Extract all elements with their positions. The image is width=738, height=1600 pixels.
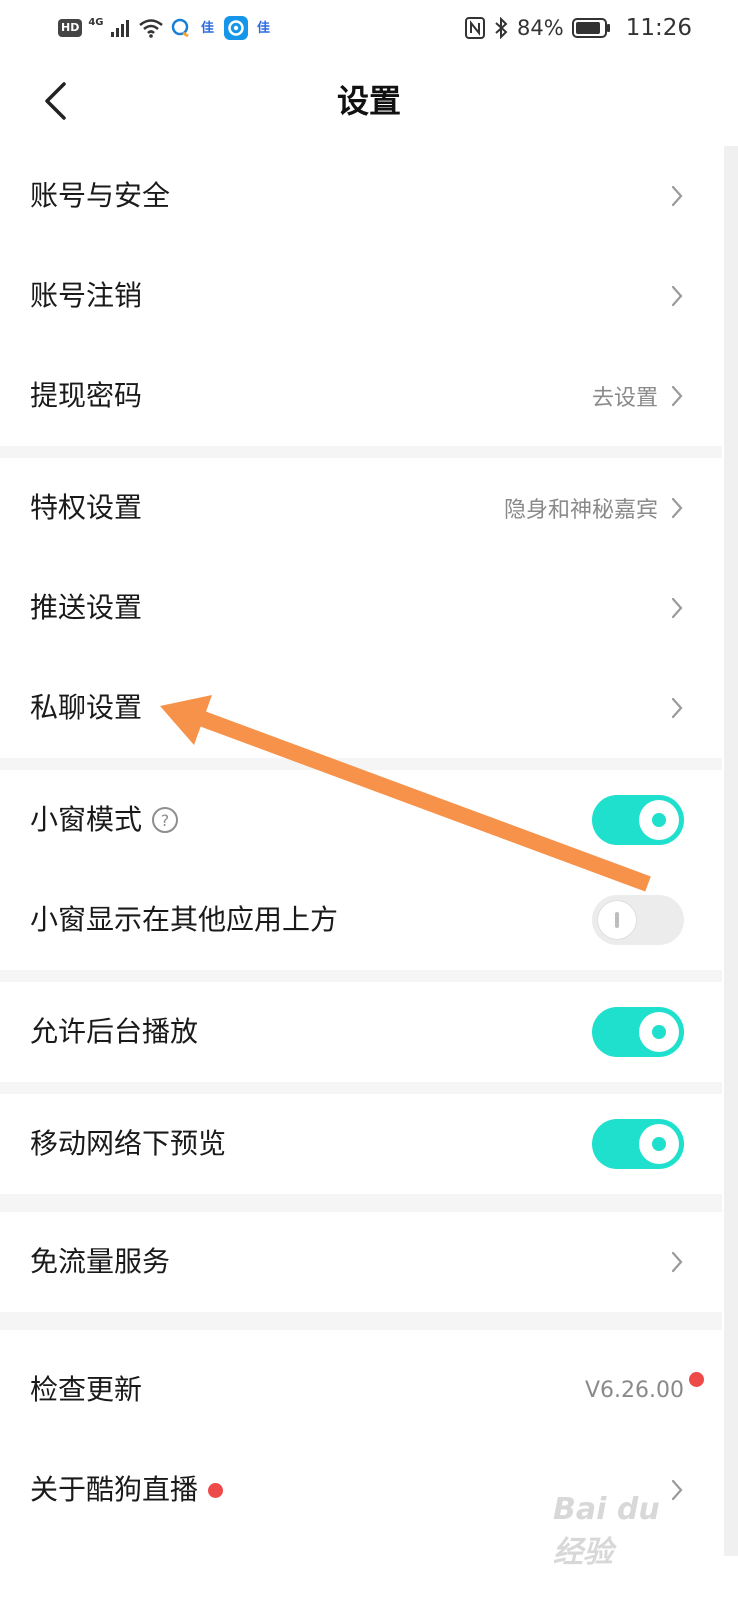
row-account-cancel[interactable]: 账号注销	[0, 246, 722, 346]
mini-window-overlay-toggle[interactable]	[592, 895, 684, 945]
section-divider	[0, 1312, 722, 1330]
row-label: 小窗模式	[30, 803, 143, 836]
chat-bubble-icon	[171, 18, 189, 38]
chevron-right-icon	[671, 697, 683, 719]
row-mini-window-overlay: 小窗显示在其他应用上方	[0, 870, 722, 970]
question-circle-icon[interactable]: ?	[152, 807, 179, 833]
row-label: 私聊设置	[30, 691, 143, 724]
row-background-play: 允许后台播放	[0, 982, 722, 1082]
row-value: 去设置	[591, 386, 658, 411]
row-account-security[interactable]: 账号与安全	[0, 146, 722, 246]
clock: 11:26	[625, 15, 692, 41]
battery-icon	[571, 18, 610, 38]
chevron-right-icon	[671, 285, 683, 307]
baidu-watermark: Bai du 经验	[553, 1492, 683, 1570]
row-label: 账号与安全	[30, 179, 171, 212]
chevron-right-icon	[671, 497, 683, 519]
about-badge-dot	[208, 1482, 224, 1498]
chevron-right-icon	[671, 597, 683, 619]
mini-window-toggle[interactable]	[592, 795, 684, 845]
section-divider	[0, 758, 722, 770]
browser-app-icon	[223, 16, 248, 40]
row-label: 移动网络下预览	[30, 1127, 227, 1160]
wifi-icon	[138, 19, 163, 38]
row-free-data[interactable]: 免流量服务	[0, 1212, 722, 1312]
version-value: V6.26.00	[584, 1377, 684, 1403]
scrollbar[interactable]	[724, 146, 738, 1556]
signal-icon	[110, 20, 129, 37]
app-icon-jia-2: 佳	[257, 20, 271, 36]
row-label: 推送设置	[30, 591, 143, 624]
app-icon-jia: 佳	[201, 20, 215, 36]
row-label: 允许后台播放	[30, 1015, 199, 1048]
row-value: 隐身和神秘嘉宾	[503, 498, 658, 523]
battery-percent: 84%	[517, 16, 564, 40]
bluetooth-icon	[495, 17, 508, 39]
mobile-preview-toggle[interactable]	[592, 1119, 684, 1169]
section-divider	[0, 970, 722, 982]
row-push[interactable]: 推送设置	[0, 558, 722, 658]
row-label: 账号注销	[30, 279, 143, 312]
row-label: 提现密码	[30, 379, 143, 412]
section-divider	[0, 1082, 722, 1094]
row-privilege[interactable]: 特权设置 隐身和神秘嘉宾	[0, 458, 722, 558]
status-icons-right: 84% 11:26	[465, 13, 692, 43]
network-type: 4G	[88, 16, 104, 28]
row-check-update[interactable]: 检查更新 V6.26.00	[0, 1340, 722, 1440]
page-title: 设置	[336, 82, 401, 120]
row-mini-window: 小窗模式 ?	[0, 770, 722, 870]
section-divider	[0, 1194, 722, 1212]
update-badge-dot	[689, 1371, 704, 1387]
row-mobile-preview: 移动网络下预览	[0, 1094, 722, 1194]
background-play-toggle[interactable]	[592, 1007, 684, 1057]
title-bar: 设置	[0, 56, 738, 146]
row-label: 检查更新	[30, 1373, 143, 1406]
row-label: 特权设置	[30, 491, 143, 524]
chevron-right-icon	[671, 185, 683, 207]
nfc-icon	[465, 17, 485, 39]
chevron-right-icon	[671, 385, 683, 407]
row-label: 免流量服务	[30, 1245, 171, 1278]
status-icons-left: HD 4G 佳 佳	[58, 14, 274, 42]
row-label: 关于酷狗直播	[30, 1473, 199, 1506]
chevron-right-icon	[671, 1251, 683, 1273]
status-bar: HD 4G 佳 佳 84% 11:26	[0, 0, 738, 56]
watermark-text: Bai du 经验	[553, 1492, 660, 1570]
row-private-chat[interactable]: 私聊设置	[0, 658, 722, 758]
section-divider	[0, 446, 722, 458]
row-label: 小窗显示在其他应用上方	[30, 903, 339, 936]
row-withdraw-password[interactable]: 提现密码 去设置	[0, 346, 722, 446]
hd-badge: HD	[58, 19, 83, 37]
